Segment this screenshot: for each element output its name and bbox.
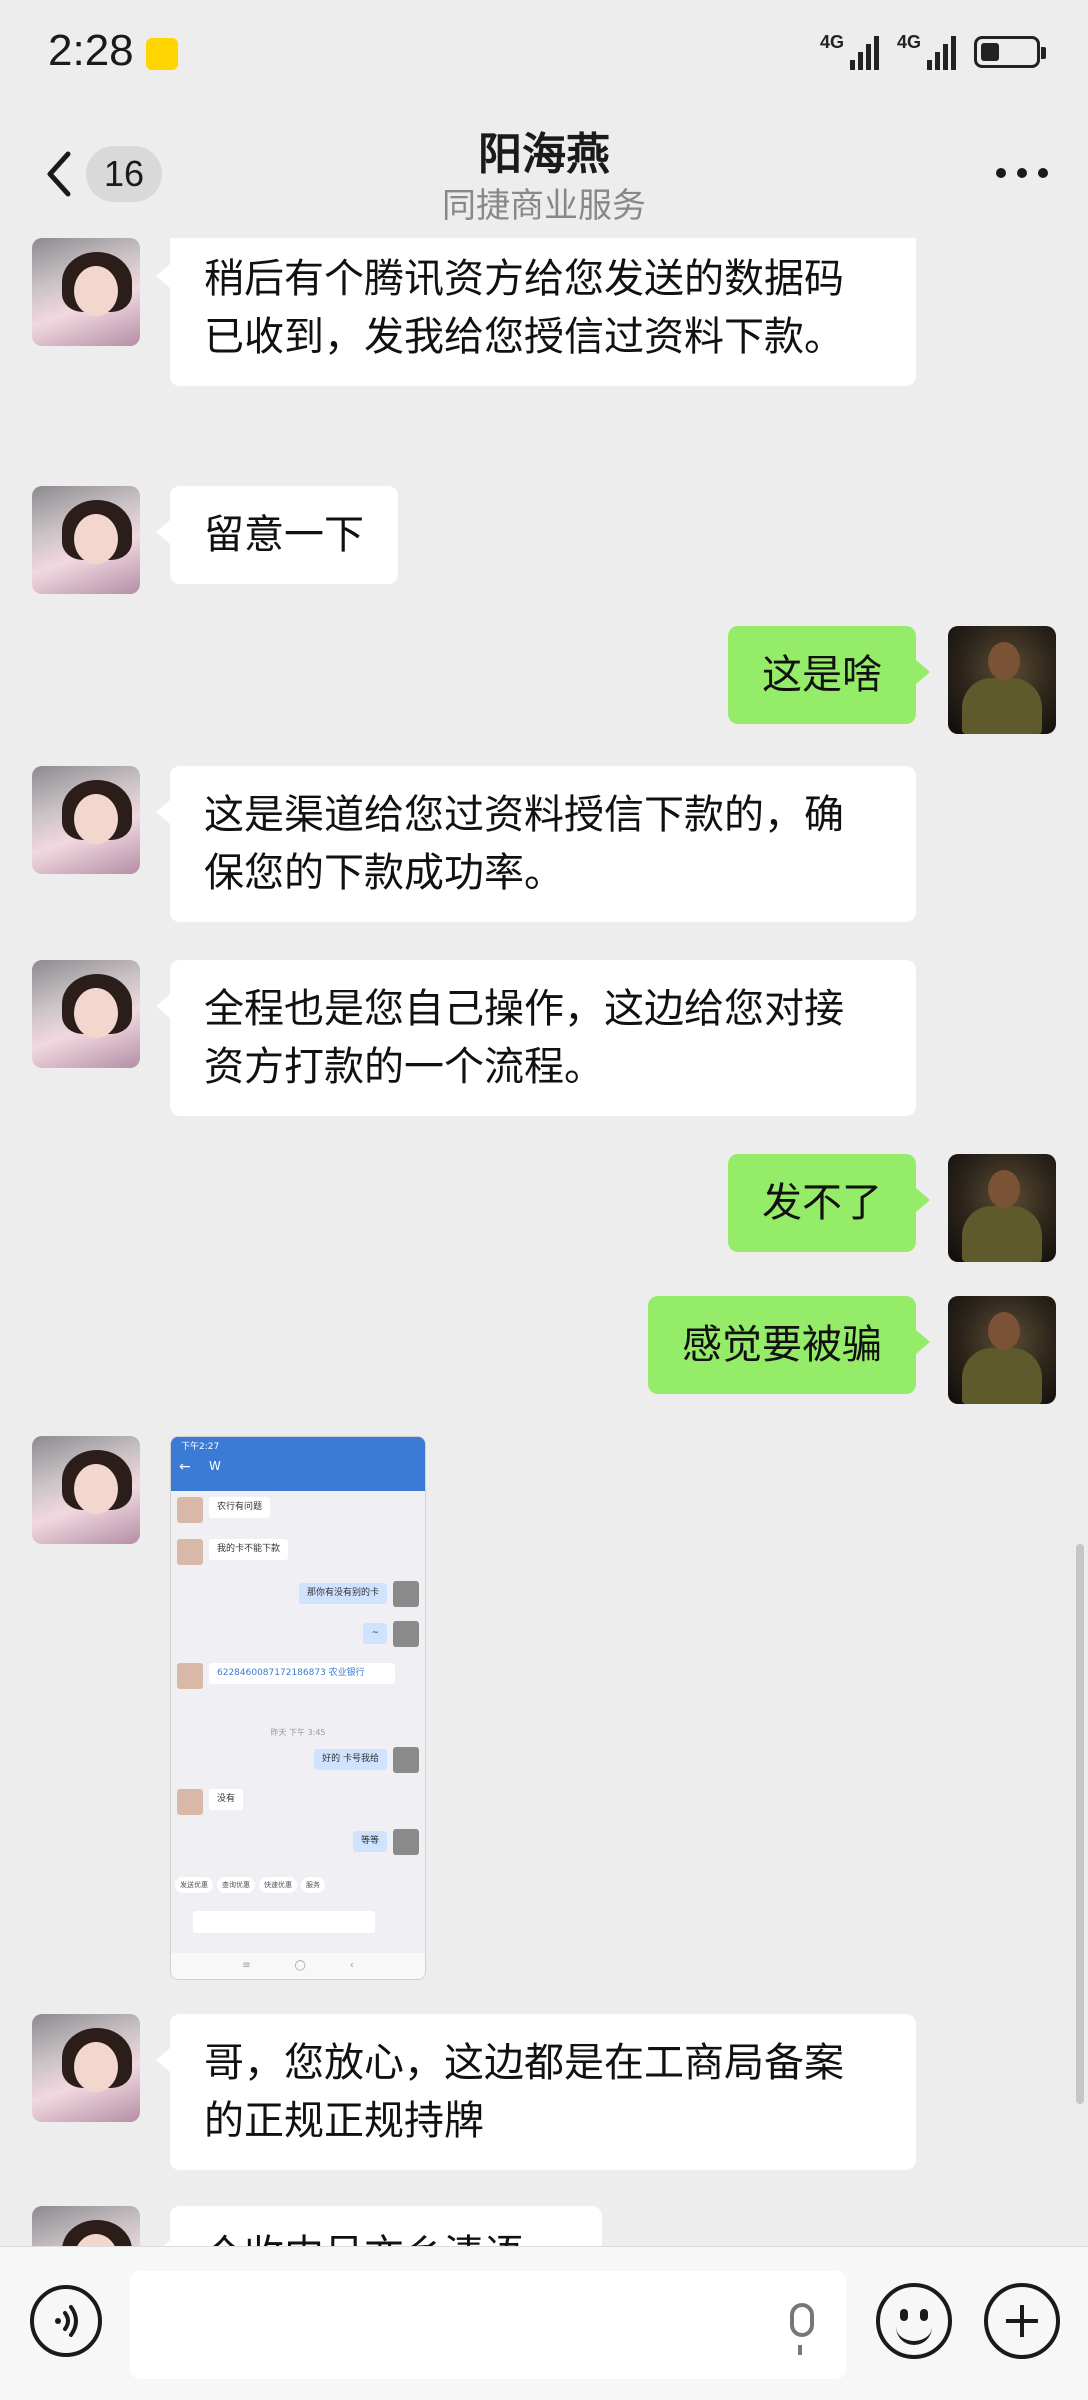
message-bubble-incoming[interactable]: 稍后有个腾讯资方给您发送的数据码已收到，发我给您授信过资料下款。: [156, 238, 916, 386]
voice-mode-button[interactable]: [30, 2285, 102, 2357]
my-avatar[interactable]: [948, 1154, 1056, 1262]
chat-subtitle: 同捷商业服务: [442, 186, 646, 226]
message-bubble-outgoing[interactable]: 发不了: [728, 1154, 930, 1252]
contact-avatar[interactable]: [32, 766, 140, 874]
chat-title: 阳海燕: [478, 129, 610, 180]
emoji-button[interactable]: [876, 2283, 952, 2359]
notification-app-icon: [146, 38, 178, 70]
my-avatar[interactable]: [948, 1296, 1056, 1404]
contact-avatar[interactable]: [32, 2206, 140, 2246]
voice-icon: [55, 2305, 78, 2337]
screenshot-topbar: 下午2:27 ← W: [171, 1437, 425, 1491]
more-actions-plus-button[interactable]: [984, 2283, 1060, 2359]
contact-avatar[interactable]: [32, 486, 140, 594]
message-bubble-incoming[interactable]: 个收内呈亦乡清语: [156, 2206, 602, 2246]
image-message-screenshot[interactable]: 下午2:27 ← W 农行有问题 我的卡不能下款 那你有没有别的卡 ~ 6228…: [170, 1436, 426, 1980]
microphone-icon[interactable]: [790, 2303, 814, 2355]
contact-avatar[interactable]: [32, 238, 140, 346]
signal-icon-2: 4G: [897, 32, 956, 70]
message-input[interactable]: [130, 2271, 846, 2379]
status-time: 2:28: [48, 26, 134, 75]
contact-avatar[interactable]: [32, 2014, 140, 2122]
more-options-icon[interactable]: [996, 168, 1048, 180]
message-bubble-incoming[interactable]: 这是渠道给您过资料授信下款的，确保您的下款成功率。: [156, 766, 916, 922]
chat-scrollbar[interactable]: [1076, 1544, 1084, 2104]
contact-avatar[interactable]: [32, 960, 140, 1068]
contact-avatar[interactable]: [32, 1436, 140, 1544]
message-bubble-incoming[interactable]: 全程也是您自己操作，这边给您对接资方打款的一个流程。: [156, 960, 916, 1116]
message-bubble-outgoing[interactable]: 感觉要被骗: [648, 1296, 930, 1394]
my-avatar[interactable]: [948, 626, 1056, 734]
signal-icon-1: 4G: [820, 32, 879, 70]
status-bar: 2:28 4G 4G: [0, 0, 1088, 110]
chat-header: 16 阳海燕 同捷商业服务: [0, 110, 1088, 238]
battery-icon: [974, 36, 1046, 68]
message-bubble-outgoing[interactable]: 这是啥: [728, 626, 930, 724]
message-bubble-incoming[interactable]: 留意一下: [156, 486, 398, 584]
status-indicators: 4G 4G: [820, 32, 1046, 70]
message-bubble-incoming[interactable]: 哥，您放心，这边都是在工商局备案的正规正规持牌: [156, 2014, 916, 2170]
chat-message-list[interactable]: 稍后有个腾讯资方给您发送的数据码已收到，发我给您授信过资料下款。 留意一下 这是…: [0, 238, 1088, 2246]
input-bar: [0, 2246, 1088, 2400]
